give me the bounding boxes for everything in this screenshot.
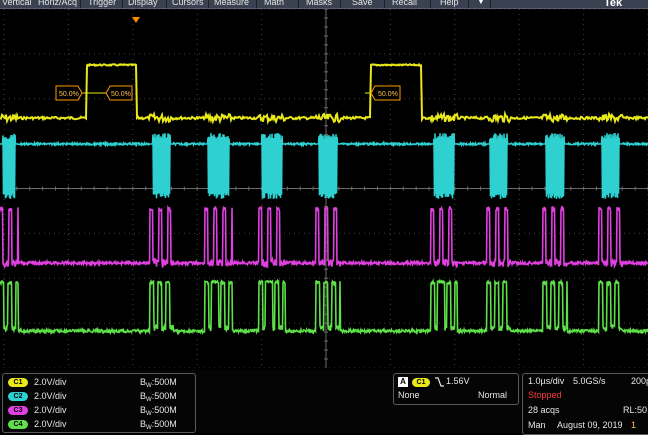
channel-3-bandwidth: BW:500M bbox=[140, 405, 177, 417]
trigger-coupling: None bbox=[398, 390, 420, 400]
menu-separator bbox=[298, 0, 299, 8]
acquisition-readout[interactable]: 1.0µs/div 5.0GS/s 200p Stopped 28 acqs R… bbox=[522, 373, 648, 435]
channel-2-trace bbox=[0, 132, 648, 200]
menu-separator bbox=[80, 0, 81, 8]
trigger-source-badge: C1 bbox=[412, 378, 430, 387]
menu-dropdown-icon[interactable]: ▼ bbox=[474, 0, 488, 8]
channel-4-badge: C4 bbox=[8, 420, 28, 429]
timebase-value: 1.0µs/div bbox=[528, 376, 565, 386]
status-panel: C1 2.0V/div BW:500M C2 2.0V/div BW:500M … bbox=[0, 370, 648, 435]
menu-display[interactable]: Display bbox=[128, 0, 158, 8]
marker-label-1: 50.0% bbox=[59, 91, 79, 98]
channel-4-bandwidth: BW:500M bbox=[140, 419, 177, 431]
channel-1-bandwidth: BW:500M bbox=[140, 377, 177, 389]
menu-separator bbox=[468, 0, 469, 8]
sample-rate-value: 5.0GS/s bbox=[573, 376, 606, 386]
acquisition-count: 28 acqs bbox=[528, 405, 560, 415]
channel-1-scale: 2.0V/div bbox=[34, 377, 67, 387]
waveform-display[interactable]: 50.0% 50.0% 50.0% bbox=[0, 9, 648, 368]
marker-label-2: 50.0% bbox=[111, 91, 131, 98]
menu-masks[interactable]: Masks bbox=[306, 0, 332, 8]
channel-2-bandwidth: BW:500M bbox=[140, 391, 177, 403]
channel-1-badge: C1 bbox=[8, 378, 28, 387]
menu-separator bbox=[490, 0, 491, 8]
channel-3-trace bbox=[0, 204, 648, 270]
acquisition-time: 1 bbox=[631, 420, 637, 430]
acquisition-date: August 09, 2019 bbox=[557, 420, 623, 430]
channel-2-scale: 2.0V/div bbox=[34, 391, 67, 401]
menu-measure[interactable]: Measure bbox=[214, 0, 249, 8]
menu-separator bbox=[122, 0, 123, 8]
acquisition-state: Stopped bbox=[528, 390, 562, 400]
channel-4-scale: 2.0V/div bbox=[34, 419, 67, 429]
trigger-mode-badge: A bbox=[398, 377, 408, 387]
falling-edge-icon bbox=[435, 377, 444, 387]
trigger-level: 1.56V bbox=[446, 376, 470, 386]
menu-vertical[interactable]: Vertical bbox=[2, 0, 32, 8]
tek-logo: Tek bbox=[604, 0, 623, 9]
menu-recall[interactable]: Recall bbox=[392, 0, 417, 8]
menu-help[interactable]: Help bbox=[440, 0, 459, 8]
menu-bar: Vertical Horiz/Acq Trigger Display Curso… bbox=[0, 0, 648, 9]
measurement-annotation-2: 50.0% bbox=[86, 85, 133, 101]
measurement-annotation-1: 50.0% bbox=[55, 85, 88, 101]
menu-cursors[interactable]: Cursors bbox=[172, 0, 204, 8]
channel-2-badge: C2 bbox=[8, 392, 28, 401]
menu-separator bbox=[340, 0, 341, 8]
menu-math[interactable]: Math bbox=[264, 0, 284, 8]
menu-horiz-acq[interactable]: Horiz/Acq bbox=[38, 0, 77, 8]
menu-separator bbox=[430, 0, 431, 8]
channel-3-scale: 2.0V/div bbox=[34, 405, 67, 415]
channel-3-badge: C3 bbox=[8, 406, 28, 415]
trigger-mode: Normal bbox=[478, 390, 508, 400]
menu-separator bbox=[208, 0, 209, 8]
record-length: RL:50 bbox=[623, 405, 648, 415]
trigger-readout[interactable]: A C1 1.56V None Normal bbox=[393, 373, 519, 405]
waveform-canvas: 50.0% 50.0% 50.0% bbox=[0, 9, 648, 368]
menu-trigger[interactable]: Trigger bbox=[88, 0, 116, 8]
menu-separator bbox=[384, 0, 385, 8]
marker-label-3: 50.0% bbox=[378, 91, 398, 98]
label-man: Man bbox=[528, 420, 546, 430]
menu-separator bbox=[166, 0, 167, 8]
menu-save[interactable]: Save bbox=[352, 0, 373, 8]
channel-4-trace bbox=[0, 278, 648, 336]
menu-separator bbox=[256, 0, 257, 8]
point-spacing-value: 200p bbox=[631, 376, 648, 386]
